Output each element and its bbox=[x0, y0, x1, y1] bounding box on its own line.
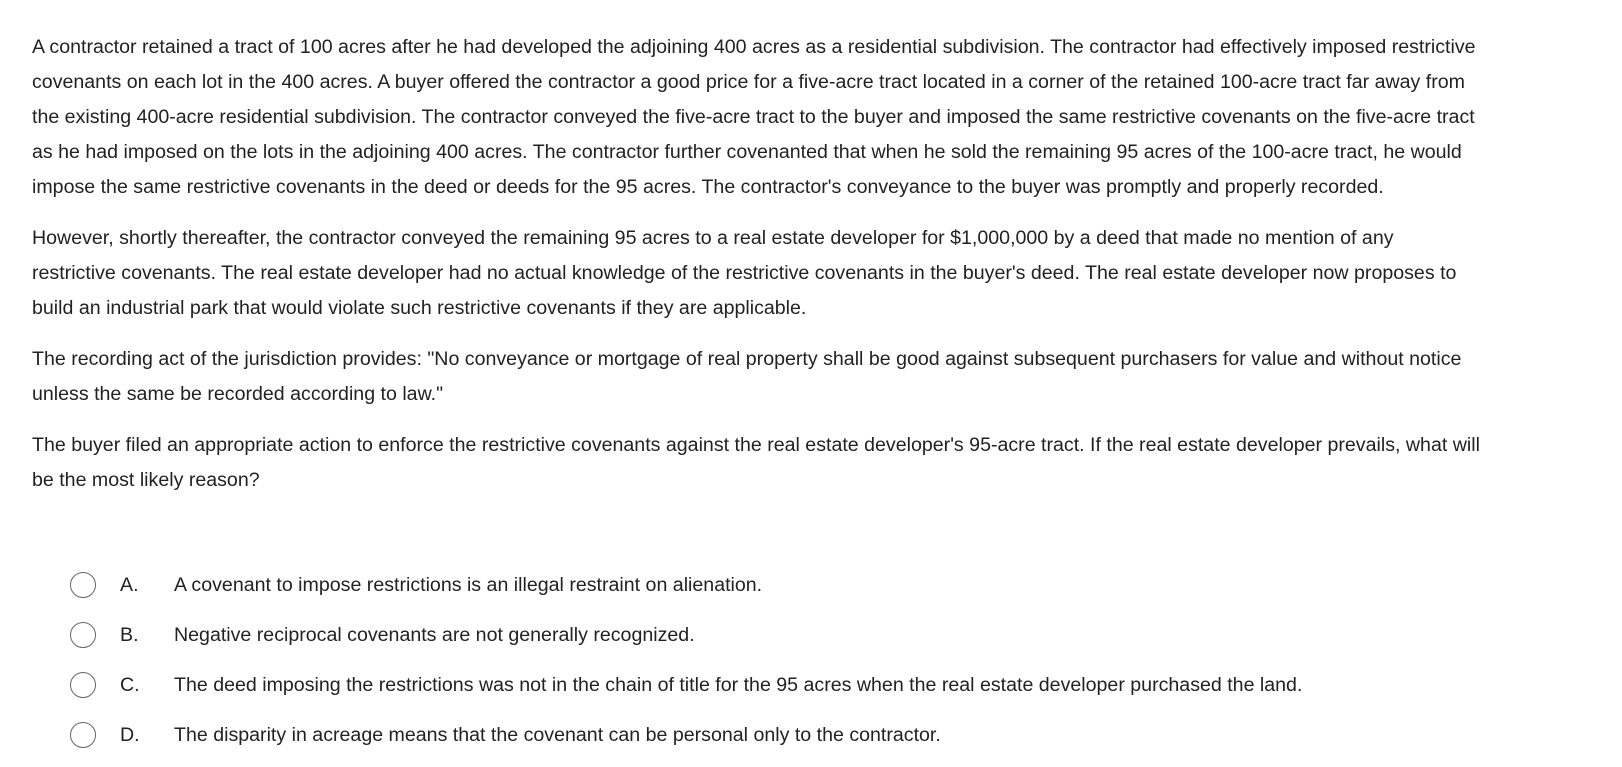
answer-option-d[interactable]: D. The disparity in acreage means that t… bbox=[70, 710, 1550, 760]
option-letter-d: D. bbox=[120, 723, 140, 746]
radio-button-d[interactable] bbox=[70, 722, 96, 748]
option-text-c[interactable]: The deed imposing the restrictions was n… bbox=[174, 674, 1302, 697]
answer-option-c[interactable]: C. The deed imposing the restrictions wa… bbox=[70, 660, 1550, 710]
question-paragraph-3: The recording act of the jurisdiction pr… bbox=[32, 348, 1462, 405]
option-letter-b: B. bbox=[120, 623, 139, 646]
answer-option-a[interactable]: A. A covenant to impose restrictions is … bbox=[70, 560, 1550, 610]
radio-button-a[interactable] bbox=[70, 572, 96, 598]
question-paragraph-4: The buyer filed an appropriate action to… bbox=[32, 434, 1480, 491]
question-paragraph-2: However, shortly thereafter, the contrac… bbox=[32, 227, 1457, 319]
option-text-d[interactable]: The disparity in acreage means that the … bbox=[174, 724, 941, 747]
radio-button-b[interactable] bbox=[70, 622, 96, 648]
option-letter-c: C. bbox=[120, 673, 140, 696]
question-stem: A contractor retained a tract of 100 acr… bbox=[32, 30, 1482, 514]
answer-option-b[interactable]: B. Negative reciprocal covenants are not… bbox=[70, 610, 1550, 660]
answer-options: A. A covenant to impose restrictions is … bbox=[70, 560, 1550, 760]
radio-button-c[interactable] bbox=[70, 672, 96, 698]
option-text-b[interactable]: Negative reciprocal covenants are not ge… bbox=[174, 624, 695, 647]
option-letter-a: A. bbox=[120, 573, 139, 596]
question-paragraph-1: A contractor retained a tract of 100 acr… bbox=[32, 36, 1476, 198]
option-text-a[interactable]: A covenant to impose restrictions is an … bbox=[174, 574, 762, 597]
